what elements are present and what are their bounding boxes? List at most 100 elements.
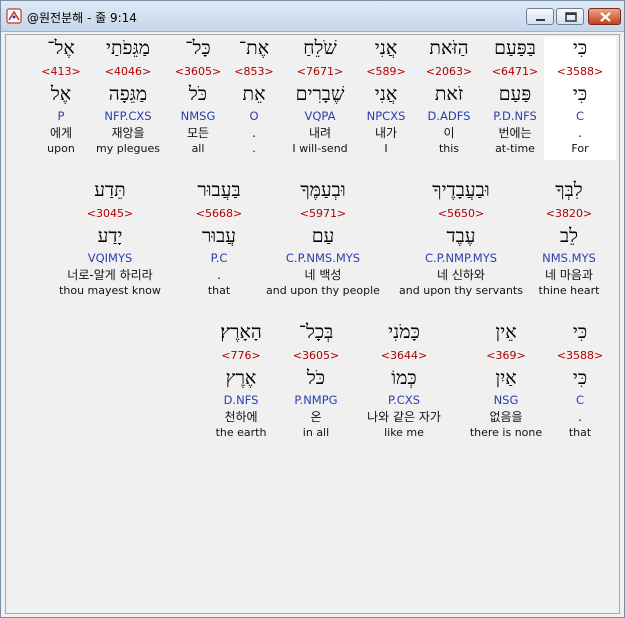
- lexical-form: לֵב: [559, 225, 579, 247]
- morphology-code: D.NFS: [223, 393, 259, 407]
- strong-number: <5650>: [437, 207, 485, 220]
- english-gloss: I: [384, 142, 388, 155]
- morphology-code: C: [575, 393, 585, 407]
- word-column[interactable]: בַּפַּעַם <6471> פַּעַם P.D.NFS 번에는 at-time: [478, 37, 552, 156]
- lexical-form: כְּמוֹ: [391, 367, 417, 389]
- strong-number: <3588>: [556, 65, 604, 78]
- lexical-form: אֶרֶץ: [225, 367, 257, 389]
- morphology-code: D.ADFS: [427, 109, 471, 123]
- morphology-code: P.D.NFS: [493, 109, 537, 123]
- english-gloss: all: [191, 142, 205, 155]
- lexical-form: שֶׁבָרִים: [295, 83, 345, 105]
- word-column[interactable]: וּבַעֲבָדֶיךָ <5650> עֶבֶד C.P.NMP.MYS 네 신하와…: [389, 179, 533, 298]
- title-bar[interactable]: @원전분해 - 줄 9:14: [1, 1, 624, 32]
- korean-gloss: .: [578, 410, 582, 424]
- hebrew-word: תֵּדַע: [94, 179, 126, 201]
- lexical-form: פַּעַם: [498, 83, 532, 105]
- english-gloss: this: [438, 142, 460, 155]
- maximize-button[interactable]: [556, 8, 584, 25]
- word-column[interactable]: כִּי <3588> כִּי C. For: [544, 37, 616, 160]
- korean-gloss: .: [252, 126, 256, 140]
- word-column[interactable]: לִבְּךָ <3820> לֵב NMS.MYS 네 마음과 thine heart: [532, 179, 606, 298]
- strong-number: <3644>: [380, 349, 428, 362]
- strong-number: <413>: [41, 65, 81, 78]
- hebrew-word: אֶל־: [47, 37, 75, 59]
- hebrew-word: כִּי: [572, 321, 588, 343]
- word-column[interactable]: אֲנִי <589> אֲנִי NPCXS 내가 I: [357, 37, 415, 156]
- hebrew-word: אֵין: [495, 321, 517, 343]
- korean-gloss: 에게: [49, 126, 73, 140]
- english-gloss: thine heart: [538, 284, 600, 297]
- word-column[interactable]: בְּכָל־ <3605> כֹּל P.NMPG 온 in all: [279, 321, 353, 440]
- english-gloss: the earth: [215, 426, 267, 439]
- word-column[interactable]: מַגֵּפֹתַי <4046> מַגֵּפָה NFP.CXS 재앙을 my ple…: [87, 37, 169, 156]
- english-gloss: For: [571, 142, 589, 155]
- lexical-form: זֹאת: [434, 83, 464, 105]
- korean-gloss: 내려: [308, 126, 332, 140]
- word-column[interactable]: בַּעֲבוּר <5668> עֲבוּר P.C. that: [184, 179, 254, 298]
- korean-gloss: 온: [310, 410, 322, 424]
- morphology-code: C: [575, 109, 585, 123]
- korean-gloss: .: [578, 126, 582, 140]
- morphology-code: C.P.NMS.MYS: [285, 251, 361, 265]
- hebrew-word: וּבַעֲבָדֶיךָ: [432, 179, 490, 201]
- morphology-code: VQIMYS: [87, 251, 133, 265]
- hebrew-word: כָּמֹנִי: [388, 321, 420, 343]
- korean-gloss: 네 백성: [304, 268, 342, 282]
- english-gloss: thou mayest know: [59, 284, 161, 297]
- korean-gloss: .: [217, 268, 221, 282]
- close-button[interactable]: [588, 8, 621, 25]
- hebrew-word: שֹׁלֵחַ: [303, 37, 337, 59]
- strong-number: <4046>: [104, 65, 152, 78]
- morphology-code: C.P.NMP.MYS: [424, 251, 498, 265]
- word-column[interactable]: הַזֹּאת <2063> זֹאת D.ADFS 이 this: [414, 37, 484, 156]
- korean-gloss: 재앙을: [111, 126, 145, 140]
- hebrew-word: אֶת־: [238, 37, 270, 59]
- lexical-form: כִּי: [572, 83, 588, 105]
- strong-number: <3045>: [86, 207, 134, 220]
- strong-number: <853>: [234, 65, 274, 78]
- word-column[interactable]: אֵין <369> אַיִן NSG 없음을 there is none: [459, 321, 553, 440]
- lexical-form: עֶבֶד: [446, 225, 476, 247]
- english-gloss: there is none: [469, 426, 543, 439]
- english-gloss: at-time: [495, 142, 535, 155]
- word-column[interactable]: כָּל־ <3605> כֹּל NMSG 모든 all: [166, 37, 230, 156]
- strong-number: <3605>: [174, 65, 222, 78]
- lexical-form: אֵת: [242, 83, 266, 105]
- english-gloss: that: [207, 284, 231, 297]
- korean-gloss: 나와 같은 자가: [367, 410, 441, 424]
- lexical-form: מַגֵּפָה: [108, 83, 148, 105]
- english-gloss: my plegues: [96, 142, 160, 155]
- english-gloss: and upon thy servants: [399, 284, 523, 297]
- strong-number: <6471>: [491, 65, 539, 78]
- korean-gloss: 천하에: [224, 410, 258, 424]
- korean-gloss: 네 신하와: [437, 268, 485, 282]
- word-column[interactable]: כִּי <3588> כִּי C. that: [553, 321, 607, 440]
- strong-number: <776>: [221, 349, 261, 362]
- word-column[interactable]: תֵּדַע <3045> יָדַע VQIMYS 너로-알게 하리라 thou may…: [43, 179, 177, 298]
- english-gloss: I will-send: [292, 142, 348, 155]
- word-column[interactable]: כָּמֹנִי <3644> כְּמוֹ P.CXS 나와 같은 자가 like me: [357, 321, 451, 440]
- english-gloss: upon: [47, 142, 75, 155]
- maximize-icon: [565, 12, 577, 22]
- korean-gloss: 없음을: [489, 410, 523, 424]
- morphology-code: NMS.MYS: [542, 251, 596, 265]
- hebrew-word: מַגֵּפֹתַי: [105, 37, 151, 59]
- hebrew-word: לִבְּךָ: [555, 179, 583, 201]
- strong-number: <5668>: [195, 207, 243, 220]
- word-column[interactable]: וּבְעַמֶּךָ <5971> עַם C.P.NMS.MYS 네 백성 and u…: [256, 179, 390, 298]
- window-title: @원전분해 - 줄 9:14: [27, 11, 137, 25]
- minimize-button[interactable]: [526, 8, 554, 25]
- main-window: @원전분해 - 줄 9:14 כִּי <3588> כִּי C. For בַּפַּ…: [0, 0, 625, 618]
- korean-gloss: 네 마음과: [545, 268, 593, 282]
- word-column[interactable]: אֶל־ <413> אֶל P 에게 upon: [31, 37, 91, 156]
- strong-number: <7671>: [296, 65, 344, 78]
- morphology-code: NPCXS: [366, 109, 406, 123]
- word-column[interactable]: אֶת־ <853> אֵת O..: [229, 37, 279, 156]
- lexical-form: עַם: [311, 225, 335, 247]
- strong-number: <2063>: [425, 65, 473, 78]
- hebrew-word: אֲנִי: [374, 37, 398, 59]
- word-column[interactable]: הָאָרֶץ׃ <776> אֶרֶץ D.NFS 천하에 the earth: [204, 321, 278, 440]
- word-column[interactable]: שֹׁלֵחַ <7671> שֶׁבָרִים VQPA 내려 I will-send: [279, 37, 361, 156]
- lexical-form: כִּי: [572, 367, 588, 389]
